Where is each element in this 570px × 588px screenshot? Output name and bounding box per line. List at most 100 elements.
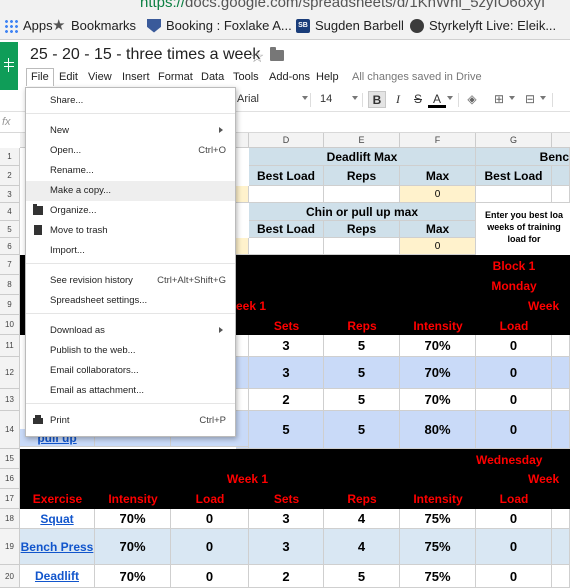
document-title[interactable]: 25 - 20 - 15 - three times a week <box>30 46 260 64</box>
row-header[interactable]: 12 <box>0 357 20 389</box>
chin-best-load-input[interactable] <box>249 238 324 255</box>
grid-cell[interactable] <box>236 186 249 203</box>
menu-tools[interactable]: Tools <box>229 70 263 84</box>
grid-cell[interactable] <box>236 357 249 389</box>
menu-item-publish-to-the-web[interactable]: Publish to the web... <box>26 341 235 361</box>
menu-addons[interactable]: Add-ons <box>265 70 314 84</box>
menu-item-print[interactable]: Print Ctrl+P <box>26 411 235 431</box>
exercise-link[interactable]: Bench Press <box>20 529 95 565</box>
intensity-cell[interactable]: 70% <box>95 565 171 588</box>
bench-best-load-input[interactable] <box>476 186 552 203</box>
sets-cell[interactable]: 3 <box>249 335 324 357</box>
exercise-link[interactable]: Squat <box>20 509 95 529</box>
font-selector[interactable]: Arial <box>237 93 259 105</box>
grid-cell[interactable] <box>552 529 570 565</box>
menu-insert[interactable]: Insert <box>118 70 154 84</box>
intensity-cell[interactable]: 75% <box>400 565 476 588</box>
sets-cell[interactable]: 3 <box>249 357 324 389</box>
load-cell[interactable]: 0 <box>171 529 249 565</box>
reps-cell[interactable]: 5 <box>324 357 400 389</box>
load-cell[interactable]: 0 <box>476 411 552 449</box>
reps-cell[interactable]: 4 <box>324 529 400 565</box>
row-header[interactable]: 5 <box>0 221 20 238</box>
intensity-cell[interactable]: 70% <box>400 357 476 389</box>
menu-item-import[interactable]: Import... <box>26 241 235 261</box>
row-header[interactable]: 17 <box>0 489 20 509</box>
sets-cell[interactable]: 3 <box>249 509 324 529</box>
chin-max-header[interactable]: Chin or pull up max <box>249 203 476 221</box>
reps-cell[interactable]: 5 <box>324 411 400 449</box>
menu-item-spreadsheet-settings[interactable]: Spreadsheet settings... <box>26 291 235 311</box>
menu-item-email-collaborators[interactable]: Email collaborators... <box>26 361 235 381</box>
menu-item-new[interactable]: New <box>26 121 235 141</box>
row-header[interactable]: 10 <box>0 315 20 335</box>
max-label[interactable]: Max <box>400 221 476 238</box>
bookmark-styrkelyft[interactable]: Styrkelyft Live: Eleik... <box>410 18 556 33</box>
star-icon[interactable]: ☆ <box>250 47 264 67</box>
menu-edit[interactable]: Edit <box>55 70 82 84</box>
row-header[interactable]: 7 <box>0 255 20 275</box>
italic-button[interactable]: I <box>389 91 407 108</box>
menu-item-open[interactable]: Open... Ctrl+O <box>26 141 235 161</box>
grid-cell[interactable] <box>236 335 249 357</box>
folder-icon[interactable] <box>270 47 284 61</box>
sets-cell[interactable]: 2 <box>249 389 324 411</box>
row-header[interactable]: 2 <box>0 166 20 186</box>
row-header[interactable]: 6 <box>0 238 20 255</box>
grid-cell[interactable] <box>236 389 249 411</box>
menu-format[interactable]: Format <box>154 70 197 84</box>
bold-button[interactable]: B <box>368 91 386 108</box>
deadlift-max-header[interactable]: Deadlift Max <box>249 148 476 166</box>
best-load-label[interactable]: Best Load <box>249 166 324 186</box>
grid-cell[interactable] <box>552 389 570 411</box>
row-header[interactable]: 1 <box>0 148 20 166</box>
menu-item-see-revision-history[interactable]: See revision history Ctrl+Alt+Shift+G <box>26 271 235 291</box>
row-header[interactable]: 11 <box>0 335 20 357</box>
text-color-button[interactable]: A <box>428 91 446 108</box>
borders-icon[interactable]: ⊞ <box>490 91 508 108</box>
row-header[interactable]: 20 <box>0 565 20 588</box>
menu-item-email-as-attachment[interactable]: Email as attachment... <box>26 381 235 401</box>
column-header-g[interactable]: G <box>476 133 552 148</box>
fill-color-icon[interactable]: ◈ <box>463 91 481 108</box>
column-header-f[interactable]: F <box>400 133 476 148</box>
intensity-cell[interactable]: 70% <box>400 335 476 357</box>
row-header[interactable]: 3 <box>0 186 20 203</box>
grid-cell[interactable] <box>552 411 570 449</box>
grid-cell[interactable] <box>552 335 570 357</box>
column-header[interactable] <box>552 133 570 148</box>
column-header-d[interactable]: D <box>249 133 324 148</box>
max-label[interactable]: Max <box>400 166 476 186</box>
grid-cell[interactable] <box>552 565 570 588</box>
menu-item-rename[interactable]: Rename... <box>26 161 235 181</box>
reps-cell[interactable]: 5 <box>324 565 400 588</box>
menu-view[interactable]: View <box>84 70 116 84</box>
column-header-e[interactable]: E <box>324 133 400 148</box>
row-header[interactable]: 14 <box>0 411 20 449</box>
menu-data[interactable]: Data <box>197 70 228 84</box>
reps-label[interactable]: Reps <box>324 166 400 186</box>
sets-cell[interactable]: 5 <box>249 411 324 449</box>
deadlift-max-value[interactable]: 0 <box>400 186 476 203</box>
bench-max-header[interactable]: Benc <box>476 148 570 166</box>
menu-item-share[interactable]: Share... <box>26 91 235 111</box>
load-cell[interactable]: 0 <box>476 389 552 411</box>
address-bar[interactable]: https://docs.google.com/spreadsheets/d/1… <box>0 0 570 10</box>
bookmark-sugden-barbell[interactable]: SB Sugden Barbell <box>296 18 404 33</box>
load-cell[interactable]: 0 <box>476 509 552 529</box>
row-header[interactable]: 8 <box>0 275 20 295</box>
load-cell[interactable]: 0 <box>476 357 552 389</box>
row-header[interactable]: 18 <box>0 509 20 529</box>
grid-cell[interactable] <box>552 166 570 186</box>
menu-item-make-a-copy[interactable]: Make a copy... <box>26 181 235 201</box>
chin-reps-input[interactable] <box>324 238 400 255</box>
menu-help[interactable]: Help <box>312 70 343 84</box>
best-load-label[interactable]: Best Load <box>249 221 324 238</box>
row-header[interactable]: 13 <box>0 389 20 411</box>
font-size-selector[interactable]: 14 <box>320 93 332 105</box>
load-cell[interactable]: 0 <box>476 335 552 357</box>
reps-cell[interactable]: 4 <box>324 509 400 529</box>
intensity-cell[interactable]: 70% <box>400 389 476 411</box>
row-header[interactable]: 16 <box>0 469 20 489</box>
reps-cell[interactable]: 5 <box>324 335 400 357</box>
